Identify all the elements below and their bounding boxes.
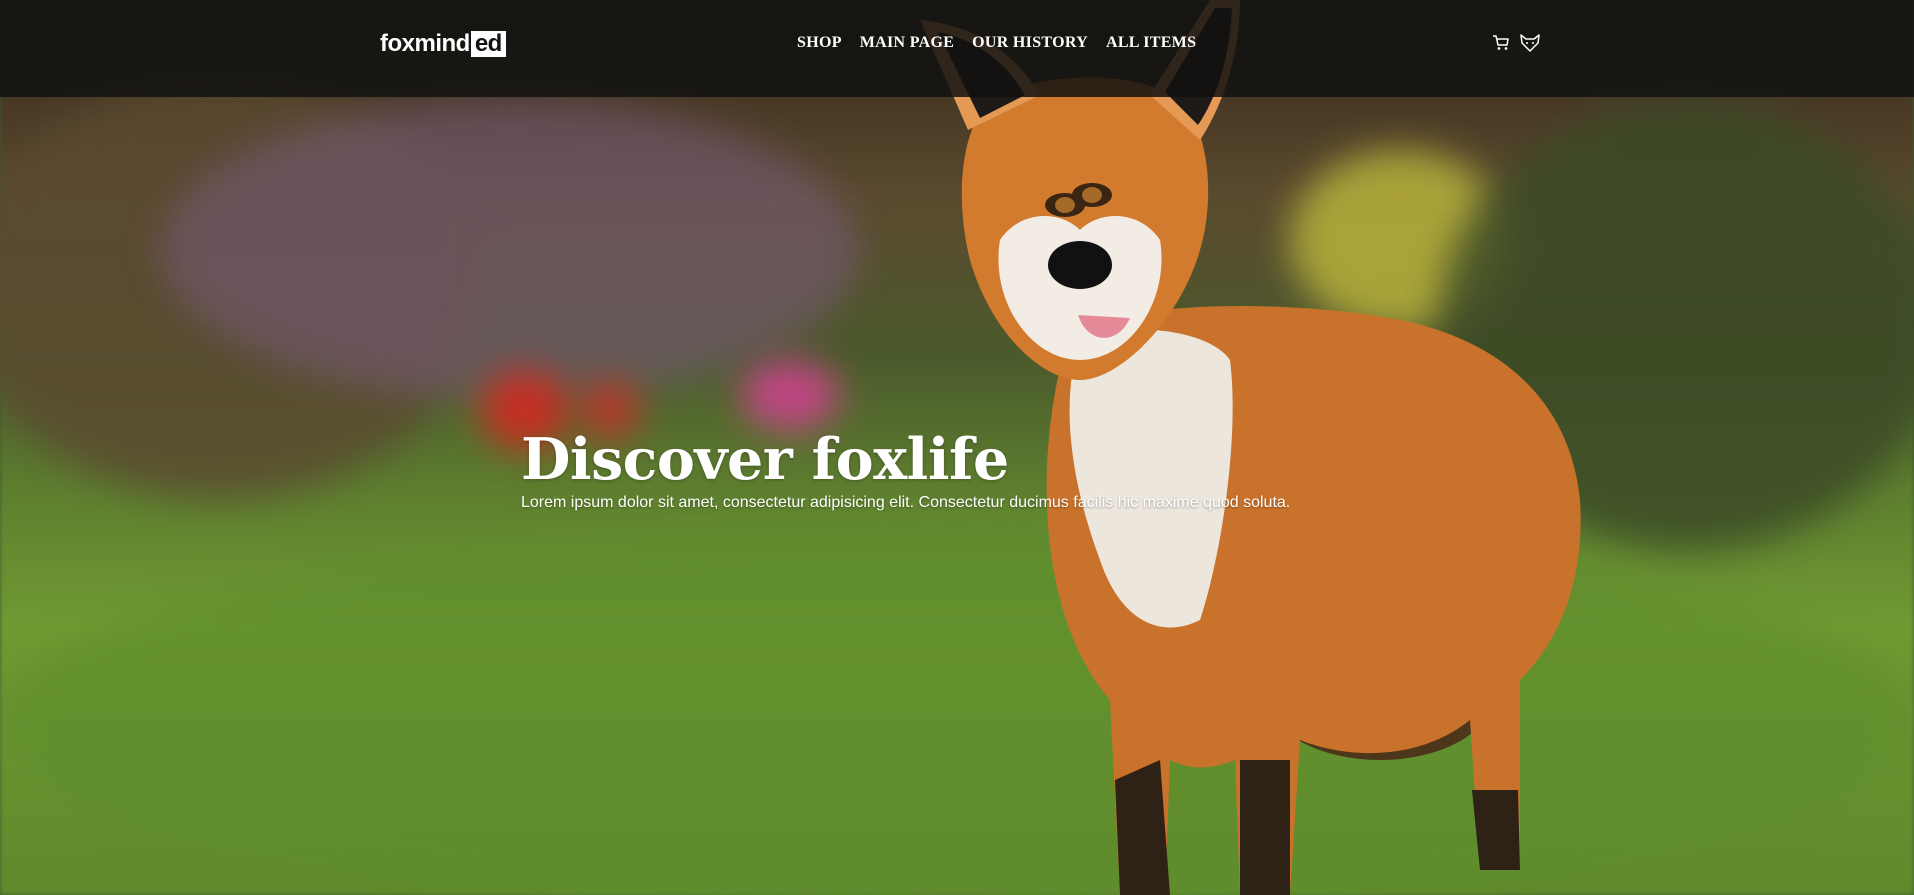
nav-link-shop[interactable]: SHOP (797, 34, 842, 52)
cart-icon[interactable] (1492, 34, 1510, 52)
flower-bed-blur (160, 100, 860, 400)
hero-section: foxmind ed SHOP MAIN PAGE OUR HISTORY ALL… (0, 0, 1914, 895)
logo-text: foxmind (380, 30, 470, 57)
nav-icons (1492, 34, 1540, 52)
main-nav: SHOP MAIN PAGE OUR HISTORY ALL ITEMS (797, 34, 1196, 52)
fox-icon[interactable] (1520, 34, 1540, 52)
logo-boxed-text: ed (470, 31, 506, 57)
hero-text-block: Discover foxlife Lorem ipsum dolor sit a… (521, 426, 1290, 512)
brand-logo[interactable]: foxmind ed (380, 28, 506, 60)
nav-link-our-history[interactable]: OUR HISTORY (972, 34, 1088, 52)
hero-subtitle: Lorem ipsum dolor sit amet, consectetur … (521, 494, 1291, 511)
nav-link-main-page[interactable]: MAIN PAGE (860, 34, 954, 52)
pink-flower-blur (740, 360, 840, 430)
hero-title: Discover foxlife (521, 426, 1009, 493)
nav-link-all-items[interactable]: ALL ITEMS (1106, 34, 1196, 52)
top-navbar: foxmind ed SHOP MAIN PAGE OUR HISTORY ALL… (0, 0, 1914, 97)
